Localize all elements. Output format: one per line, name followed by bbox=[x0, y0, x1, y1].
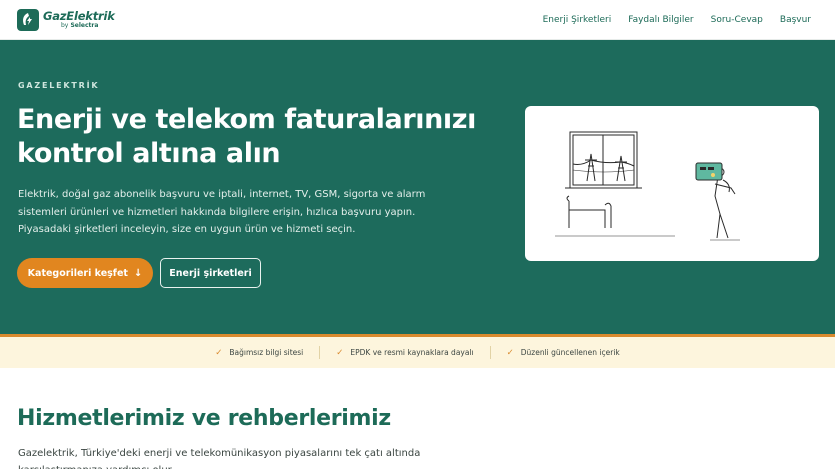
check-icon: ✓ bbox=[215, 347, 223, 358]
hero-eyebrow: GAZELEKTRİK bbox=[18, 81, 100, 90]
site-header: GazElektrik by Selectra Enerji Şirketler… bbox=[0, 0, 835, 40]
nav-soru-cevap[interactable]: Soru-Cevap bbox=[711, 15, 763, 25]
trust-item: ✓ Düzenli güncellenen içerik bbox=[491, 348, 636, 358]
logo-icon bbox=[17, 9, 39, 31]
hero-description: Elektrik, doğal gaz abonelik başvuru ve … bbox=[18, 189, 426, 235]
services-description: Gazelektrik, Türkiye'deki enerji ve tele… bbox=[18, 448, 421, 469]
logo-by-prefix: by bbox=[61, 22, 69, 30]
nav-enerji-sirketleri[interactable]: Enerji Şirketleri bbox=[543, 15, 612, 25]
nav-faydali-bilgiler[interactable]: Faydalı Bilgiler bbox=[628, 15, 693, 25]
nav-basvur[interactable]: Başvur bbox=[780, 15, 811, 25]
trust-label: EPDK ve resmi kaynaklara dayalı bbox=[350, 348, 474, 357]
logo-name: GazElektrik bbox=[43, 8, 115, 23]
logo-by-brand: Selectra bbox=[70, 22, 99, 30]
logo-byline: by Selectra bbox=[43, 23, 115, 29]
check-icon: ✓ bbox=[336, 347, 344, 358]
services-title: Hizmetlerimiz ve rehberlerimiz bbox=[17, 406, 391, 431]
trust-item: ✓ EPDK ve resmi kaynaklara dayalı bbox=[320, 348, 489, 358]
trust-label: Düzenli güncellenen içerik bbox=[520, 348, 620, 357]
check-icon: ✓ bbox=[506, 347, 514, 358]
logo[interactable]: GazElektrik by Selectra bbox=[17, 8, 115, 32]
explore-categories-label: Kategorileri keşfet bbox=[27, 267, 128, 279]
main-nav: Enerji Şirketleri Faydalı Bilgiler Soru-… bbox=[526, 0, 811, 40]
energy-companies-button[interactable]: Enerji şirketleri bbox=[160, 258, 261, 288]
hero-illustration bbox=[525, 106, 819, 261]
explore-categories-button[interactable]: Kategorileri keşfet ↓ bbox=[17, 258, 153, 288]
trust-item: ✓ Bağımsız bilgi sitesi bbox=[199, 348, 319, 358]
hero-title: Enerji ve telekom faturalarınızı kontrol… bbox=[17, 104, 476, 169]
trust-bar: ✓ Bağımsız bilgi sitesi ✓ EPDK ve resmi … bbox=[0, 337, 835, 368]
trust-label: Bağımsız bilgi sitesi bbox=[229, 348, 304, 357]
arrow-down-icon: ↓ bbox=[133, 267, 143, 279]
